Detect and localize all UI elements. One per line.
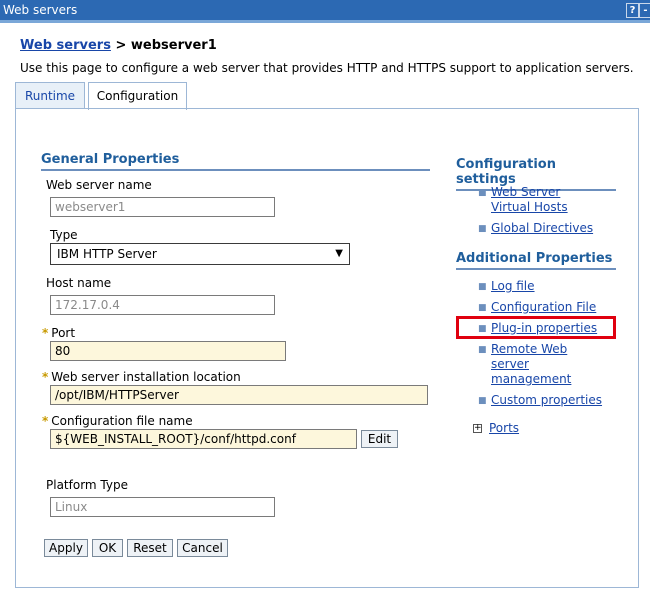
expand-plus-icon[interactable]: + [473, 424, 482, 433]
host-name-label: Host name [46, 276, 112, 290]
config-file-label: Configuration file name [51, 414, 193, 428]
help-icon[interactable]: ? [626, 3, 639, 18]
type-label: Type [50, 228, 78, 242]
page-description: Use this page to configure a web server … [20, 61, 634, 75]
log-file-link[interactable]: Log file [491, 279, 535, 294]
window-title-bar: Web servers ? - [0, 0, 650, 20]
global-directives-link[interactable]: Global Directives [491, 221, 593, 236]
minimize-icon[interactable]: - [639, 3, 650, 18]
bullet-icon: ■ [478, 396, 487, 406]
required-icon: * [42, 370, 49, 384]
plug-in-highlight-box [456, 316, 616, 339]
custom-properties-link[interactable]: Custom properties [491, 393, 602, 408]
ports-link[interactable]: Ports [489, 421, 519, 436]
web-server-name-label: Web server name [46, 178, 152, 192]
breadcrumb-web-servers-link[interactable]: Web servers [20, 38, 111, 53]
breadcrumb-current: webserver1 [130, 38, 217, 53]
general-properties-heading: General Properties [41, 152, 430, 171]
config-file-label-row: * Configuration file name [42, 414, 193, 428]
chevron-down-icon: ▼ [335, 248, 343, 259]
platform-type-field: Linux [50, 497, 275, 517]
config-file-input[interactable]: ${WEB_INSTALL_ROOT}/conf/httpd.conf [50, 429, 357, 449]
port-input[interactable]: 80 [50, 341, 286, 361]
cancel-button[interactable]: Cancel [177, 539, 228, 557]
required-icon: * [42, 326, 49, 340]
install-location-label-row: * Web server installation location [42, 370, 241, 384]
host-name-field: 172.17.0.4 [50, 295, 275, 315]
port-label-row: * Port [42, 326, 75, 340]
ok-button[interactable]: OK [92, 539, 123, 557]
platform-type-label: Platform Type [46, 478, 128, 492]
bullet-icon: ■ [478, 282, 487, 292]
web-server-name-field: webserver1 [50, 197, 275, 217]
type-select-value: IBM HTTP Server [57, 247, 157, 261]
install-location-input[interactable]: /opt/IBM/HTTPServer [50, 385, 428, 405]
install-location-label: Web server installation location [51, 370, 241, 384]
bullet-icon: ■ [478, 303, 487, 313]
breadcrumb: Web servers > webserver1 [20, 38, 217, 53]
bullet-icon: ■ [478, 345, 487, 355]
edit-button[interactable]: Edit [361, 430, 398, 448]
additional-properties-heading: Additional Properties [456, 251, 616, 270]
tab-configuration[interactable]: Configuration [88, 82, 187, 110]
title-underline [0, 20, 650, 23]
web-server-virtual-hosts-link[interactable]: Web Server Virtual Hosts [491, 185, 568, 215]
tab-runtime[interactable]: Runtime [15, 82, 85, 109]
bullet-icon: ■ [478, 224, 487, 234]
required-icon: * [42, 414, 49, 428]
type-select[interactable]: IBM HTTP Server ▼ [50, 243, 350, 265]
bullet-icon: ■ [478, 188, 487, 198]
apply-button[interactable]: Apply [44, 539, 88, 557]
reset-button[interactable]: Reset [127, 539, 173, 557]
window-title: Web servers [3, 3, 78, 17]
breadcrumb-separator: > [115, 38, 127, 53]
configuration-file-link[interactable]: Configuration File [491, 300, 596, 315]
remote-web-server-management-link[interactable]: Remote Web server management [491, 342, 571, 387]
port-label: Port [51, 326, 76, 340]
